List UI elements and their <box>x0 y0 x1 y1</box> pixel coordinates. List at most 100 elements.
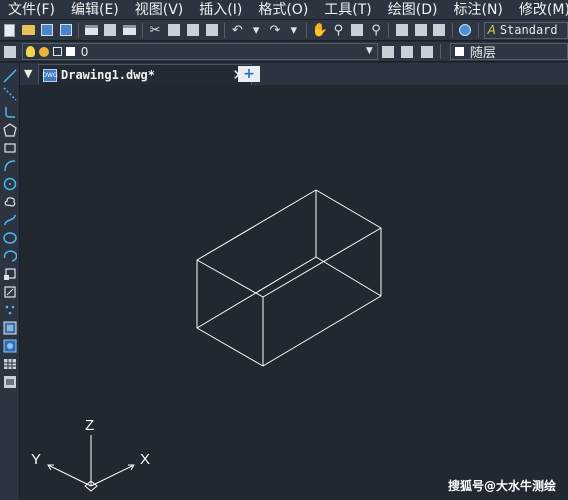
print-button[interactable] <box>83 22 100 39</box>
point-tool[interactable] <box>3 303 17 317</box>
zoom-icon: ⚲ <box>333 22 344 38</box>
draw-toolbar <box>0 63 20 500</box>
menu-format[interactable]: 格式(O) <box>250 0 316 20</box>
copy-button[interactable] <box>166 22 183 39</box>
save-as-icon <box>59 24 72 36</box>
tool-palette-button[interactable] <box>431 22 448 39</box>
text-style-value: Standard <box>499 23 558 37</box>
arc-tool[interactable] <box>3 159 17 173</box>
paste-button[interactable] <box>184 22 201 39</box>
insert-block-tool[interactable] <box>3 267 17 281</box>
arc-icon <box>4 160 16 172</box>
tab-drawing1[interactable]: DWG Drawing1.dwg* ✕ <box>38 64 252 85</box>
revision-cloud-tool[interactable] <box>3 195 17 209</box>
tab-menu-icon[interactable]: ▼ <box>24 67 32 80</box>
chevron-down-icon: ▼ <box>365 46 373 56</box>
help-icon <box>459 24 472 36</box>
rectangle-tool[interactable] <box>3 141 17 155</box>
layer-state-button[interactable] <box>418 43 436 60</box>
menu-file[interactable]: 文件(F) <box>0 0 63 20</box>
polyline-tool[interactable] <box>3 105 17 119</box>
menu-tools[interactable]: 工具(T) <box>316 0 379 20</box>
color-swatch <box>454 47 464 56</box>
color-value: 随层 <box>469 46 496 61</box>
save-as-button[interactable] <box>57 22 74 39</box>
help-button[interactable] <box>457 22 474 39</box>
hatch-tool[interactable] <box>3 321 17 335</box>
layer-previous-button[interactable] <box>399 43 417 60</box>
new-button[interactable] <box>1 22 18 39</box>
toolbar-separator <box>451 22 453 38</box>
undo-icon: ↶ <box>231 22 243 38</box>
new-tab-button[interactable]: + <box>238 66 260 82</box>
ucs-z-label: Z <box>85 417 94 434</box>
circle-tool[interactable] <box>3 177 17 191</box>
document-title: Drawing1.dwg* <box>61 68 155 82</box>
undo-dropdown[interactable]: ▾ <box>248 22 265 39</box>
ellipse-arc-tool[interactable] <box>3 249 17 263</box>
pan-button[interactable]: ✋ <box>311 22 328 39</box>
design-center-button[interactable] <box>412 22 429 39</box>
current-layer-value: 0 <box>80 44 89 59</box>
preview-icon <box>104 24 117 36</box>
ucs-x-label: X <box>140 451 150 468</box>
box-edge <box>262 227 382 298</box>
mtext-tool[interactable] <box>3 375 17 389</box>
plot-icon <box>122 25 136 35</box>
redo-dropdown[interactable]: ▾ <box>285 22 302 39</box>
save-button[interactable] <box>39 22 56 39</box>
polyline-icon <box>5 107 15 118</box>
layer-color-swatch <box>65 47 75 56</box>
construction-line-tool[interactable] <box>3 87 17 101</box>
zoom-previous-button[interactable]: ⚲ <box>368 22 385 39</box>
match-properties-button[interactable] <box>203 22 220 39</box>
document-tab-strip: ▼ DWG Drawing1.dwg* ✕ + <box>20 63 568 85</box>
toolbar-separator <box>78 22 80 38</box>
ucs-y-label: Y <box>31 451 41 468</box>
table-tool[interactable] <box>3 357 17 371</box>
cut-button[interactable]: ✂ <box>147 22 164 39</box>
zoom-realtime-button[interactable]: ⚲ <box>330 22 347 39</box>
color-combo[interactable]: 随层 <box>449 43 568 61</box>
make-current-button[interactable] <box>379 43 397 60</box>
drawing-canvas[interactable]: Z Y X <box>20 85 568 500</box>
lock-icon <box>52 47 62 56</box>
box-edge <box>315 189 382 229</box>
menu-edit[interactable]: 编辑(E) <box>63 0 127 20</box>
copy-icon <box>167 24 180 36</box>
menu-modify[interactable]: 修改(M) <box>511 0 568 20</box>
layer-manager-button[interactable] <box>1 43 19 60</box>
ellipse-icon <box>3 232 17 244</box>
ellipse-arc-icon <box>3 250 17 262</box>
menu-dimension[interactable]: 标注(N) <box>446 0 511 20</box>
print-preview-button[interactable] <box>102 22 119 39</box>
menu-view[interactable]: 视图(V) <box>127 0 192 20</box>
zoom-window-button[interactable] <box>349 22 366 39</box>
gradient-tool[interactable] <box>3 339 17 353</box>
make-block-tool[interactable] <box>3 285 17 299</box>
ellipse-tool[interactable] <box>3 231 17 245</box>
save-icon <box>41 24 54 36</box>
open-button[interactable] <box>20 22 37 39</box>
make-current-icon <box>381 45 394 58</box>
construction-line-icon <box>3 87 17 101</box>
circle-icon <box>3 177 17 191</box>
dwg-file-icon: DWG <box>42 68 58 82</box>
sun-icon <box>38 46 49 57</box>
menu-insert[interactable]: 插入(I) <box>191 0 250 20</box>
spline-tool[interactable] <box>3 213 17 227</box>
brush-icon <box>205 24 218 36</box>
layer-combo[interactable]: 0 ▼ <box>21 43 378 60</box>
text-style-icon: A <box>487 23 496 37</box>
model-space: Z Y X <box>31 189 382 492</box>
plot-button[interactable] <box>121 22 138 39</box>
undo-button[interactable]: ↶ <box>229 22 246 39</box>
layer-state-icon <box>421 45 434 58</box>
menu-draw[interactable]: 绘图(D) <box>380 0 446 20</box>
line-tool[interactable] <box>3 69 17 83</box>
y-axis <box>47 464 92 487</box>
text-style-combo[interactable]: A Standard <box>483 21 568 39</box>
polygon-tool[interactable] <box>3 123 17 137</box>
properties-button[interactable] <box>393 22 410 39</box>
redo-button[interactable]: ↷ <box>267 22 284 39</box>
